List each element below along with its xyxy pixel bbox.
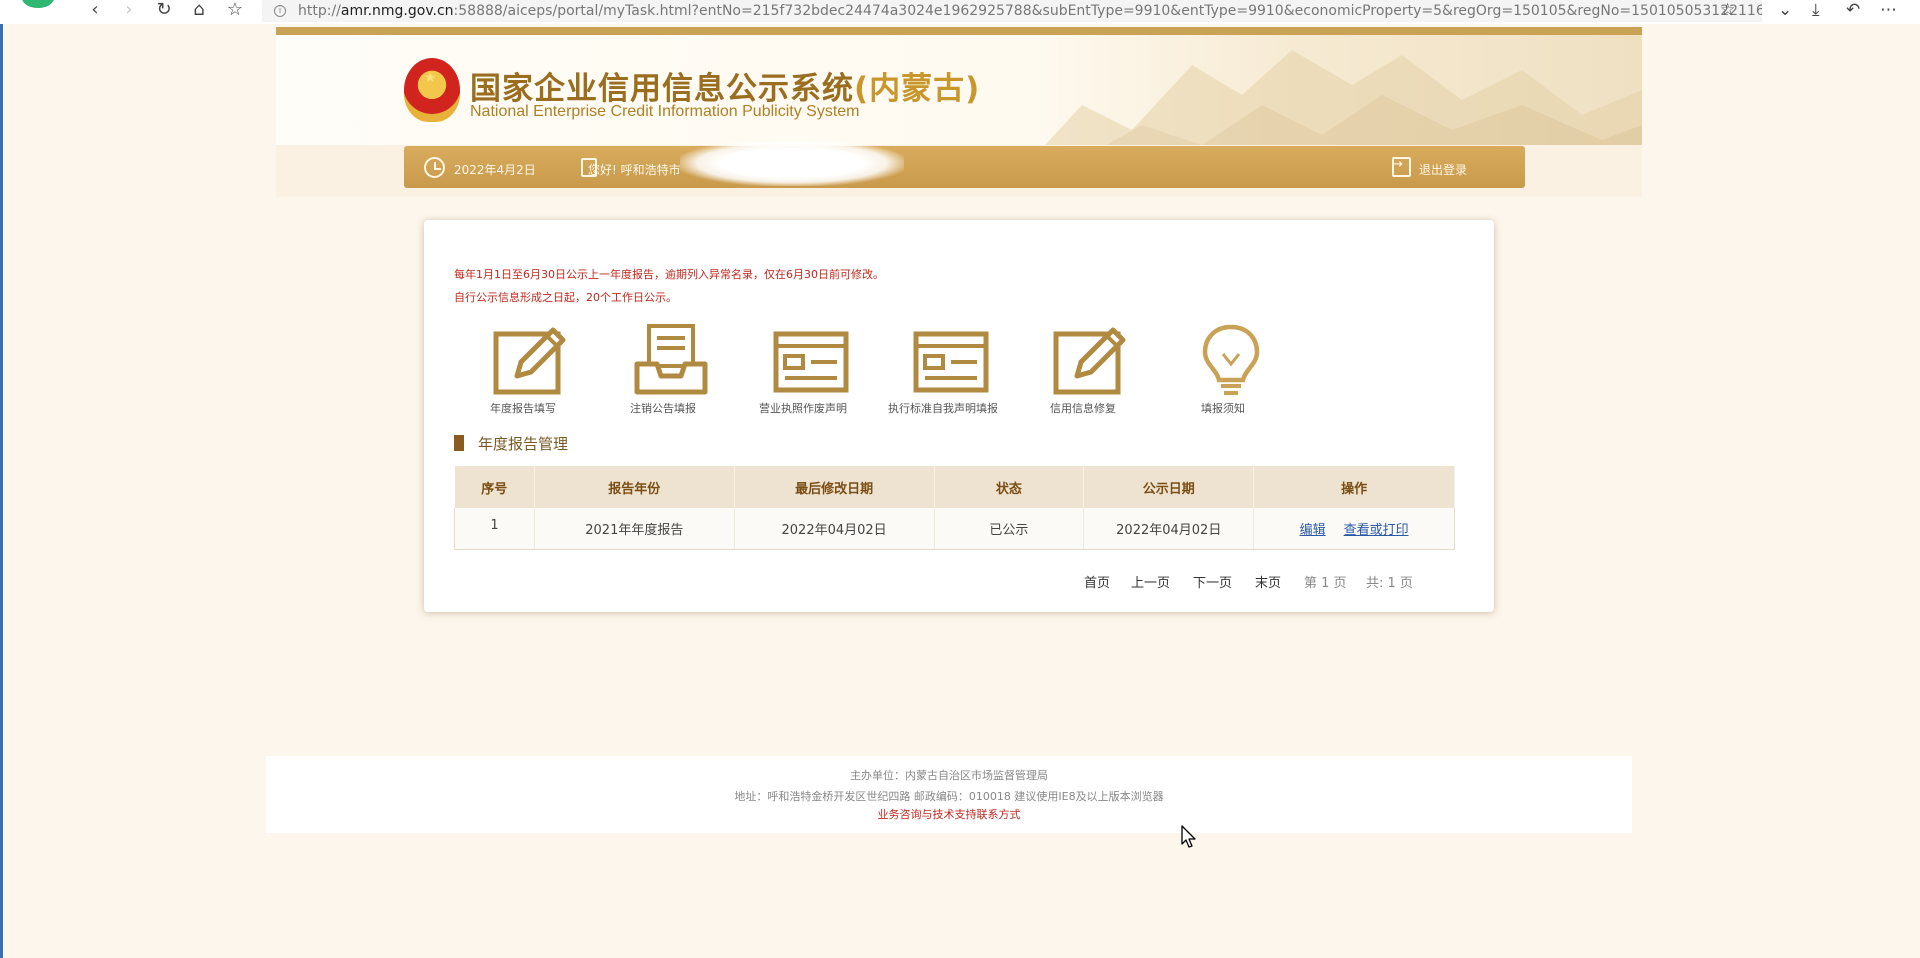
star-icon[interactable]: ☆	[1720, 0, 1735, 22]
func-label: 营业执照作废声明	[759, 402, 847, 415]
user-greeting: 您好! 呼和浩特市	[588, 163, 681, 177]
notice-annual-deadline: 每年1月1日至6月30日公示上一年度报告，逾期列入异常名录，仅在6月30日前可修…	[454, 268, 884, 281]
back-icon[interactable]: ‹	[84, 0, 106, 22]
section-marker	[454, 435, 464, 451]
section-title-text: 年度报告管理	[478, 435, 569, 453]
national-emblem-icon: ★	[404, 58, 460, 122]
site-footer: 主办单位：内蒙古自治区市场监督管理局 地址：呼和浩特金桥开发区世纪四路 邮政编码…	[266, 756, 1632, 833]
current-page-info: 第 1 页	[1304, 576, 1347, 591]
notice-publicity-period: 自行公示信息形成之日起，20个工作日公示。	[454, 291, 677, 304]
system-title: 国家企业信用信息公示系统(内蒙古)	[470, 63, 980, 108]
header-publish-date: 公示日期	[1083, 466, 1255, 508]
browser-toolbar: ‹ › ↻ ⌂ ☆ i http://amr.nmg.gov.cn:58888/…	[0, 0, 1920, 24]
header-report-year: 报告年份	[534, 466, 735, 508]
func-annual-report[interactable]: 年度报告填写	[468, 324, 578, 420]
func-label: 填报须知	[1201, 402, 1245, 415]
header-actions: 操作	[1253, 466, 1455, 508]
menu-chevron-icon[interactable]: ⌄	[1778, 0, 1792, 22]
edit-icon	[493, 327, 566, 395]
func-label: 注销公告填报	[630, 402, 696, 415]
cell-actions: 编辑 查看或打印	[1253, 508, 1455, 550]
header-status: 状态	[934, 466, 1085, 508]
redaction-blur	[680, 140, 904, 186]
header-index: 序号	[454, 466, 535, 508]
header-stripe	[276, 27, 1642, 35]
clock-icon	[424, 157, 445, 178]
view-print-link[interactable]: 查看或打印	[1344, 523, 1409, 538]
table-header-row: 序号 报告年份 最后修改日期 状态 公示日期 操作	[454, 466, 1455, 508]
func-license-void[interactable]: 营业执照作废声明	[748, 324, 858, 420]
undo-icon[interactable]: ↶	[1846, 0, 1860, 22]
total-pages-info: 共: 1 页	[1366, 576, 1413, 591]
home-icon[interactable]: ⌂	[188, 0, 210, 22]
logout-icon[interactable]	[1392, 157, 1411, 177]
func-standard-declaration[interactable]: 执行标准自我声明填报	[888, 324, 998, 420]
system-title-main: 国家企业信用信息公示系统	[470, 71, 854, 107]
address-bar[interactable]: i http://amr.nmg.gov.cn:58888/aiceps/por…	[262, 0, 1762, 22]
browser-logo-icon	[22, 0, 54, 8]
first-page-button[interactable]: 首页	[1084, 572, 1110, 591]
func-cancellation-notice[interactable]: 注销公告填报	[608, 324, 718, 420]
repair-icon	[1053, 327, 1126, 395]
func-label: 年度报告填写	[490, 402, 556, 415]
cell-last-modified: 2022年04月02日	[734, 508, 935, 550]
bookmark-icon[interactable]: ☆	[224, 0, 246, 22]
cell-index: 1	[454, 508, 535, 550]
func-credit-repair[interactable]: 信用信息修复	[1028, 324, 1138, 420]
info-icon[interactable]: i	[274, 5, 286, 17]
table-row: 1 2021年年度报告 2022年04月02日 已公示 2022年04月02日 …	[454, 508, 1455, 550]
func-label: 信用信息修复	[1050, 402, 1116, 415]
prev-page-button[interactable]: 上一页	[1131, 572, 1170, 591]
window-edge	[0, 0, 3, 958]
footer-address: 地址：呼和浩特金桥开发区世纪四路 邮政编码：010018 建议使用IE8及以上版…	[734, 790, 1164, 803]
standard-icon	[913, 331, 989, 393]
annual-report-table: 序号 报告年份 最后修改日期 状态 公示日期 操作 1 2021年年度报告 20…	[454, 466, 1455, 550]
footer-host: 主办单位：内蒙古自治区市场监督管理局	[850, 769, 1048, 782]
system-title-province: (内蒙古)	[854, 71, 981, 107]
last-page-button[interactable]: 末页	[1255, 572, 1281, 591]
url-host: amr.nmg.gov.cn	[340, 3, 454, 19]
logout-link[interactable]: 退出登录	[1419, 161, 1467, 178]
current-date: 2022年4月2日	[454, 163, 536, 177]
func-filing-notice[interactable]: 填报须知	[1168, 324, 1278, 420]
cell-status: 已公示	[934, 508, 1085, 550]
cell-publish-date: 2022年04月02日	[1083, 508, 1255, 550]
download-icon[interactable]: ⤓	[1812, 0, 1820, 22]
edit-link[interactable]: 编辑	[1300, 523, 1326, 538]
cell-report-year: 2021年年度报告	[534, 508, 735, 550]
forward-icon[interactable]: ›	[118, 0, 140, 22]
footer-contact-link[interactable]: 业务咨询与技术支持联系方式	[266, 806, 1632, 822]
header-last-modified: 最后修改日期	[734, 466, 935, 508]
more-icon[interactable]: ⋯	[1880, 0, 1897, 22]
license-icon	[773, 331, 849, 393]
url-scheme: http://	[298, 3, 341, 19]
func-label: 执行标准自我声明填报	[888, 402, 998, 415]
lightbulb-icon	[1202, 324, 1260, 395]
url-rest: :58888/aiceps/portal/myTask.html?entNo=2…	[453, 3, 1762, 19]
user-bar: 2022年4月2日 您好! 呼和浩特市 退出登录	[404, 140, 1525, 188]
inbox-icon	[634, 324, 708, 395]
main-card: 每年1月1日至6月30日公示上一年度报告，逾期列入异常名录，仅在6月30日前可修…	[424, 220, 1494, 612]
next-page-button[interactable]: 下一页	[1193, 572, 1232, 591]
reload-icon[interactable]: ↻	[153, 0, 175, 22]
system-subtitle: National Enterprise Credit Information P…	[470, 103, 860, 120]
